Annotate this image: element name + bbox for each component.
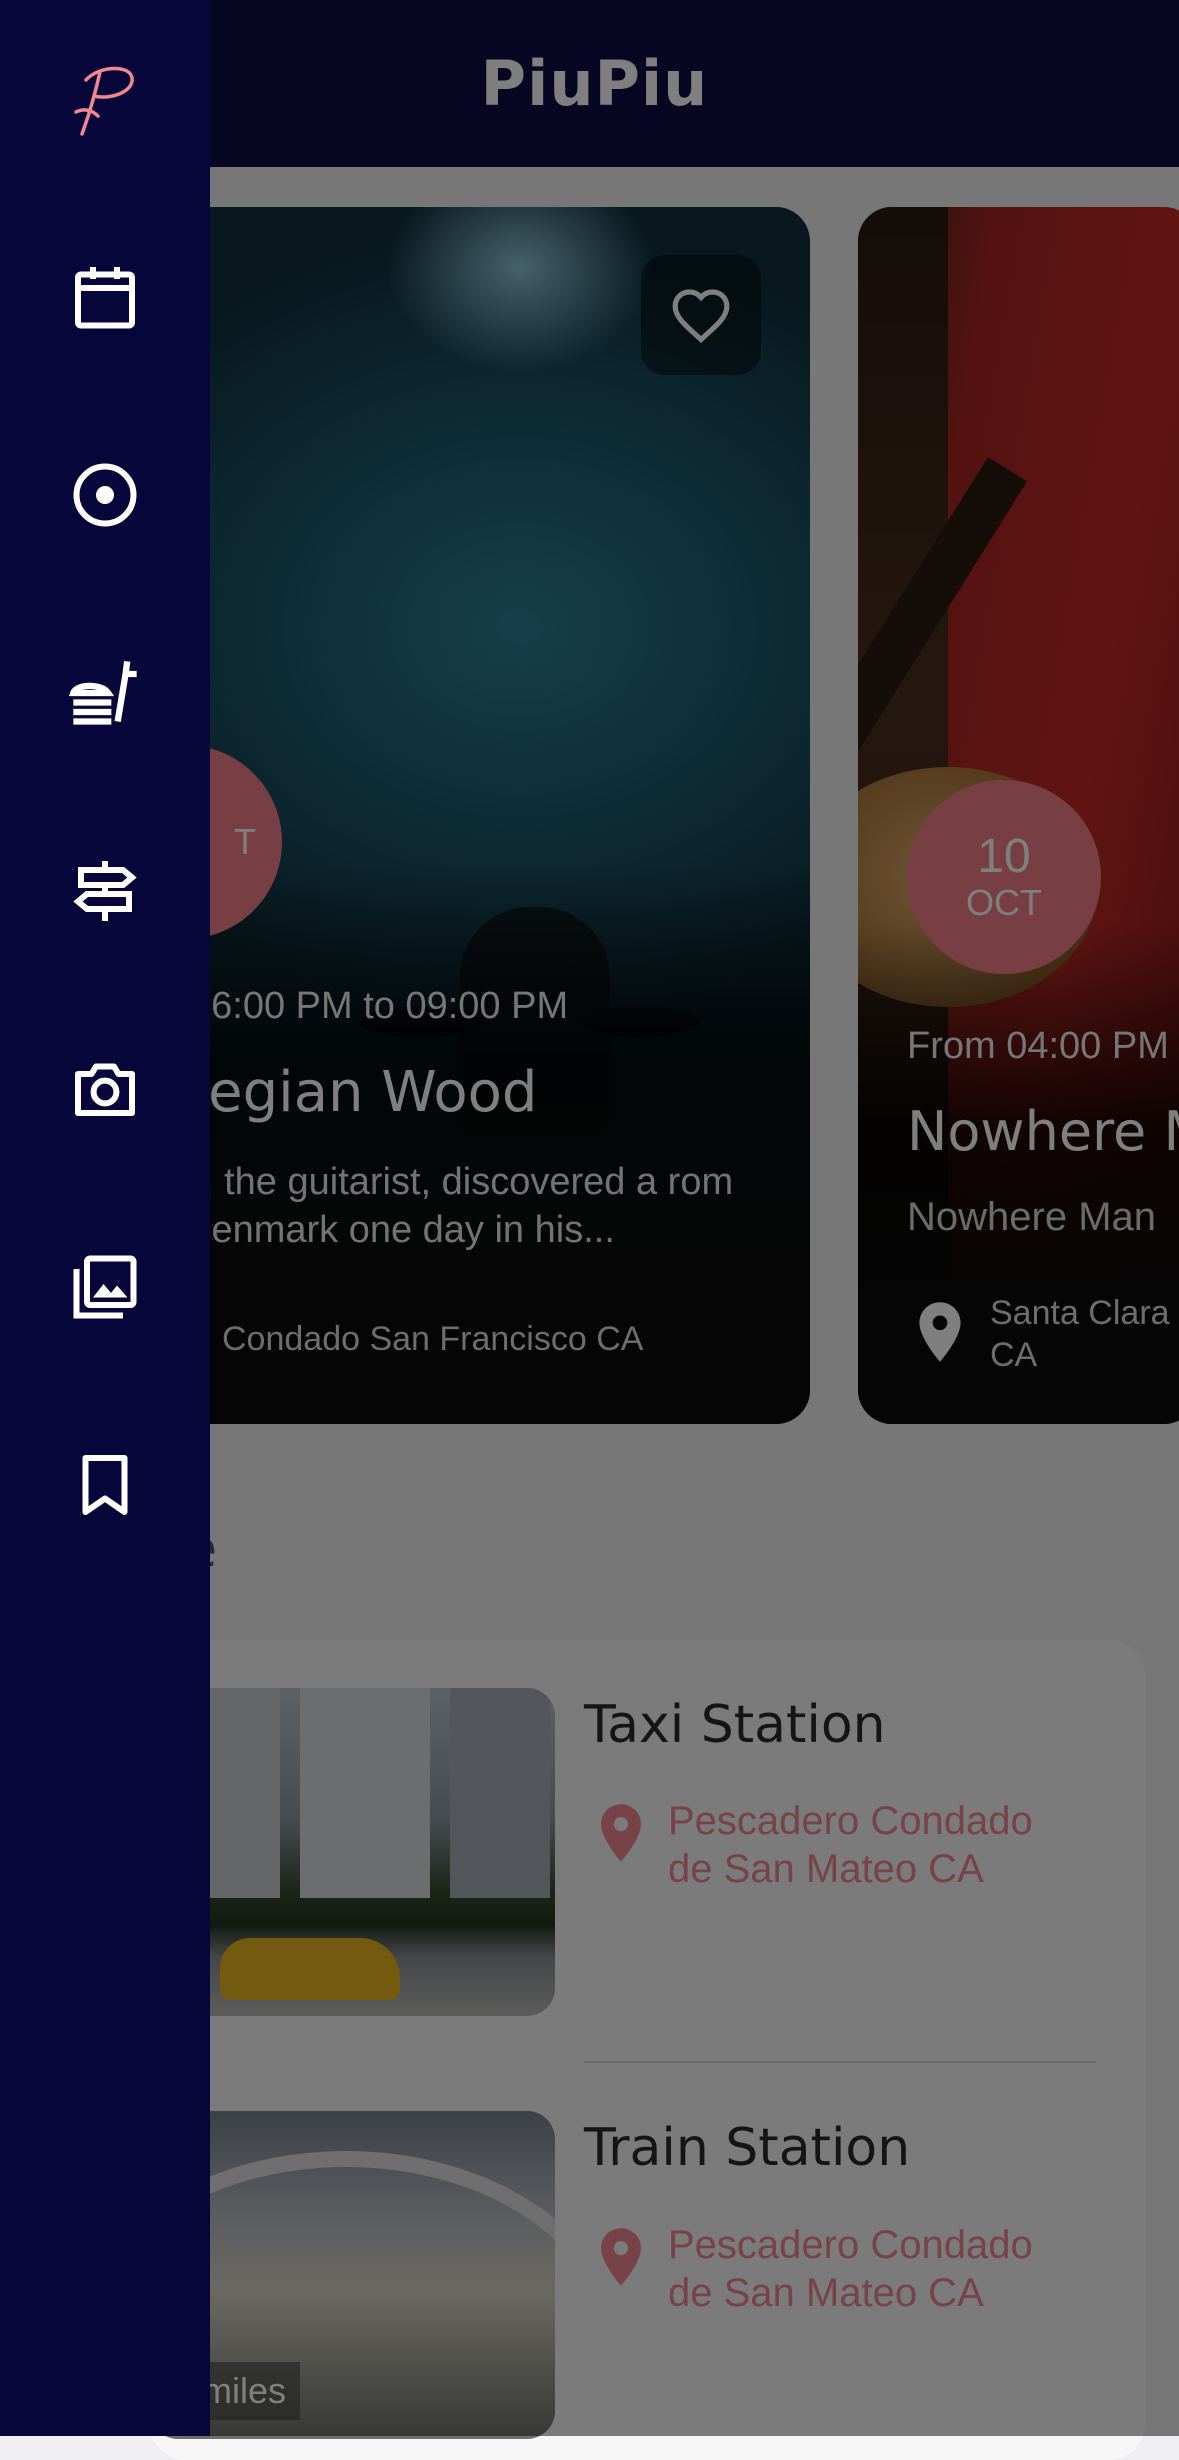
signpost-icon bbox=[73, 861, 137, 921]
nav-item-saved[interactable] bbox=[50, 1430, 160, 1540]
nav-item-music[interactable] bbox=[50, 440, 160, 550]
nav-item-gallery[interactable] bbox=[50, 1232, 160, 1342]
disc-icon bbox=[73, 463, 137, 527]
food-icon bbox=[68, 660, 137, 725]
nav-item-photos[interactable] bbox=[50, 1034, 160, 1144]
calendar-icon bbox=[75, 267, 135, 329]
gallery-icon bbox=[73, 1255, 137, 1319]
camera-icon bbox=[75, 1063, 135, 1116]
nav-drawer bbox=[0, 0, 210, 2436]
nav-item-directions[interactable] bbox=[50, 836, 160, 946]
bookmark-icon bbox=[82, 1455, 128, 1515]
nav-item-calendar[interactable] bbox=[50, 242, 160, 352]
app-logo-icon bbox=[74, 66, 134, 136]
nav-item-food[interactable] bbox=[50, 638, 160, 748]
